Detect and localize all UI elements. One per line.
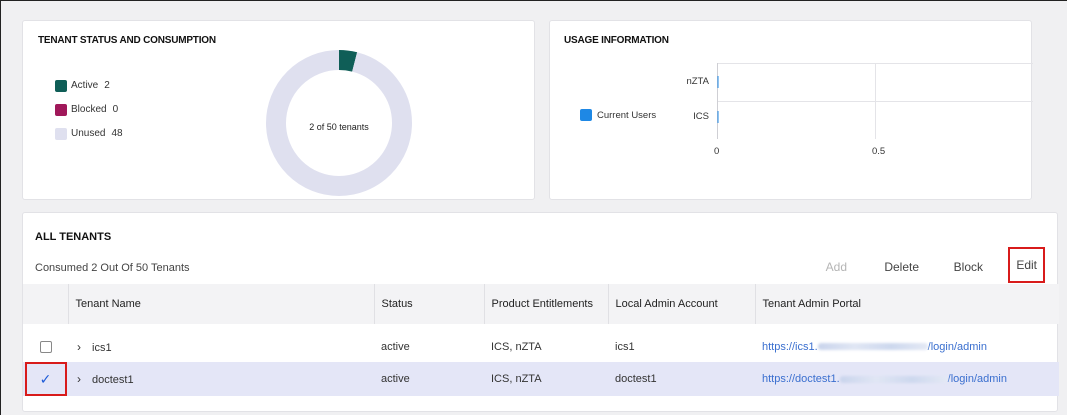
admin-portal-cell: https://ics1. /login/admin — [755, 331, 1059, 362]
legend-count: 0 — [112, 104, 119, 115]
tenant-name: doctest1 — [92, 374, 134, 386]
delete-button[interactable]: Delete — [884, 257, 919, 277]
add-button[interactable]: Add — [826, 257, 847, 277]
chevron-right-icon[interactable]: › — [77, 372, 81, 386]
entitlements-cell: ICS, nZTA — [491, 373, 542, 385]
column-header-admin-portal[interactable]: Tenant Admin Portal — [755, 284, 1059, 324]
redacted-domain — [817, 343, 928, 351]
status-cell: active — [381, 340, 410, 353]
entitlements-cell: ICS, nZTA — [491, 340, 542, 353]
row-checkbox[interactable] — [39, 340, 52, 353]
blocked-swatch — [55, 103, 67, 116]
status-cell: active — [381, 373, 410, 385]
usage-info-title: USAGE INFORMATION — [564, 35, 669, 46]
bar-category-label: ICS — [693, 111, 709, 122]
column-header-status[interactable]: Status — [374, 284, 485, 324]
active-swatch — [55, 79, 67, 92]
window-left-border — [0, 0, 1, 415]
all-tenants-card: ALL TENANTS Consumed 2 Out Of 50 Tenants… — [22, 212, 1059, 412]
tenant-name-cell: › ics1 — [68, 331, 374, 362]
select-column-header — [23, 284, 69, 324]
y-axis-line — [717, 63, 718, 139]
tenant-status-card: TENANT STATUS AND CONSUMPTION Active 2 B… — [22, 20, 535, 200]
table-header: Tenant Name Status Product Entitlements … — [23, 284, 1059, 324]
checkmark-icon[interactable]: ✓ — [24, 362, 67, 396]
gridline-half — [875, 63, 876, 139]
all-tenants-title: ALL TENANTS — [35, 231, 112, 243]
consumed-summary: Consumed 2 Out Of 50 Tenants — [35, 262, 190, 274]
admin-portal-link[interactable]: https://ics1. /login/admin — [762, 341, 987, 353]
column-header-entitlements[interactable]: Product Entitlements — [484, 284, 609, 324]
table-spacer — [23, 324, 1059, 331]
usage-info-card: USAGE INFORMATION Current Users nZTA ICS 0… — [549, 20, 1033, 200]
legend-item-unused: Unused 48 — [55, 127, 123, 140]
usage-legend: Current Users — [580, 109, 656, 121]
portal-url-prefix: https://ics1. — [762, 340, 818, 353]
spacer-cell — [23, 324, 1059, 331]
usage-legend-label: Current Users — [597, 109, 657, 121]
donut-center-text: 2 of 50 tenants — [309, 122, 369, 132]
bar-category-label: nZTA — [686, 76, 709, 87]
current-users-swatch — [580, 109, 592, 121]
column-header-admin-account[interactable]: Local Admin Account — [608, 284, 756, 324]
usage-bar-nzta — [717, 76, 719, 88]
admin-account-cell: doctest1 — [615, 373, 657, 385]
row-select-cell — [23, 331, 68, 362]
admin-portal-link[interactable]: https://doctest1. /login/admin — [762, 373, 1007, 385]
tenant-name: ics1 — [92, 341, 112, 354]
portal-url-suffix: /login/admin — [947, 373, 1007, 385]
tenants-table: Tenant Name Status Product Entitlements … — [23, 284, 1059, 396]
legend-label: Blocked — [71, 104, 107, 115]
table-row[interactable]: › ics1 active ICS, nZTA ics1 https://ics1… — [23, 331, 1059, 362]
chevron-right-icon[interactable]: › — [77, 340, 81, 354]
legend-label: Active — [71, 80, 99, 91]
redacted-domain — [839, 375, 948, 383]
legend-item-active: Active 2 — [55, 79, 123, 92]
window-top-border — [0, 0, 1067, 1]
legend-label: Unused — [71, 128, 106, 139]
legend-count: 48 — [111, 128, 123, 139]
legend-item-blocked: Blocked 0 — [55, 103, 123, 116]
row-select-cell: ✓ — [23, 362, 68, 396]
admin-portal-cell: https://doctest1. /login/admin — [755, 362, 1059, 396]
portal-url-prefix: https://doctest1. — [762, 373, 840, 385]
table-row-selected[interactable]: ✓ › doctest1 active ICS, nZTA doctest1 ht… — [23, 362, 1059, 396]
legend-count: 2 — [104, 80, 110, 91]
tenant-status-title: TENANT STATUS AND CONSUMPTION — [38, 35, 216, 46]
unused-swatch — [55, 127, 67, 140]
block-button[interactable]: Block — [954, 257, 983, 277]
status-legend: Active 2 Blocked 0 Unused 48 — [55, 79, 123, 151]
column-header-tenant-name[interactable]: Tenant Name — [68, 284, 375, 324]
admin-account-cell: ics1 — [615, 340, 635, 353]
tenant-name-cell: › doctest1 — [68, 362, 374, 396]
usage-bar-ics — [717, 111, 719, 123]
x-tick-label: 0 — [714, 146, 720, 157]
x-tick-label: 0.5 — [872, 146, 886, 157]
edit-button[interactable]: Edit — [1008, 247, 1045, 283]
portal-url-suffix: /login/admin — [927, 340, 987, 353]
